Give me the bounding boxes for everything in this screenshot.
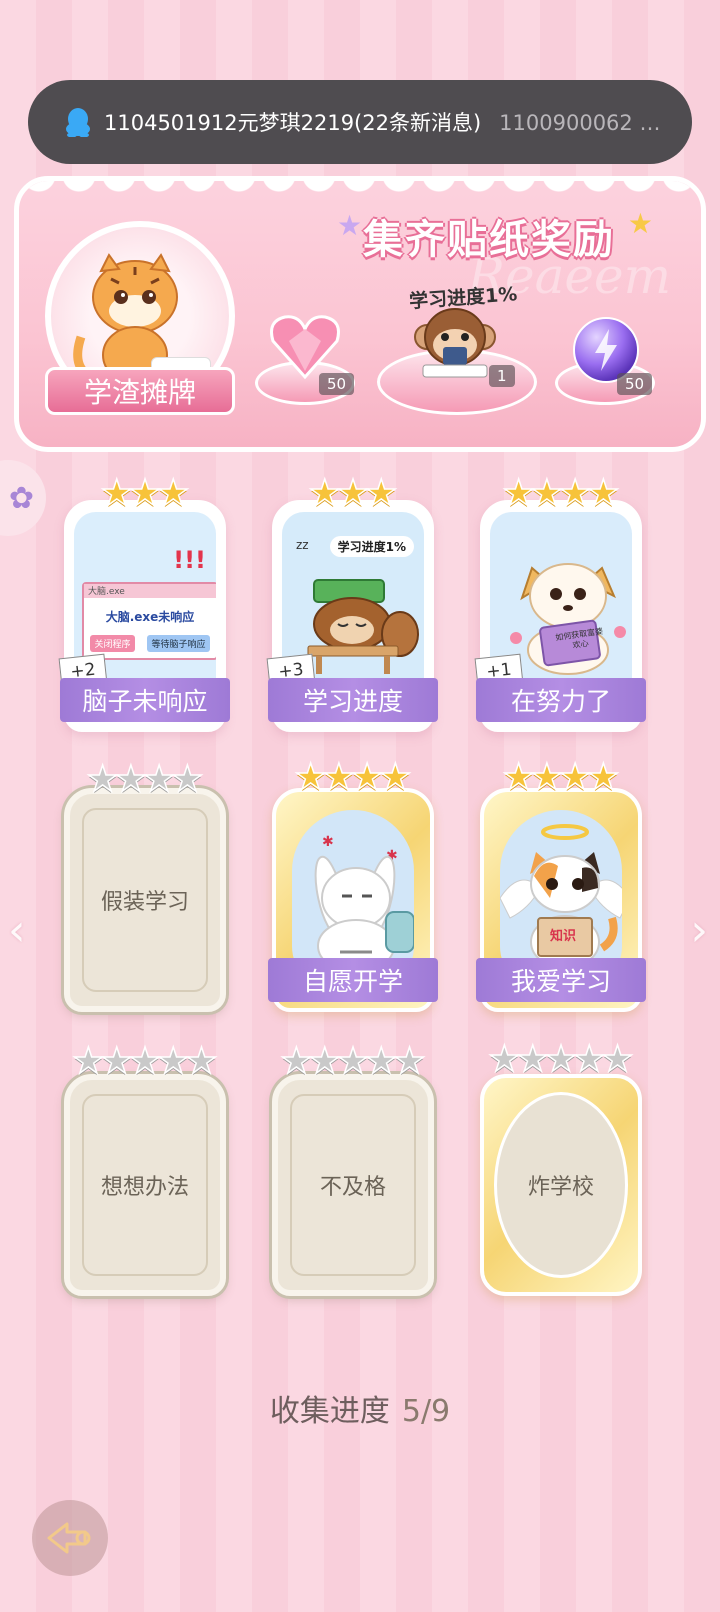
card-name: 自愿开学: [268, 958, 438, 1002]
card-name: 我爱学习: [476, 958, 646, 1002]
card-stars: ★ ★ ★ ★ ★: [484, 1039, 638, 1080]
sticker-card-locked[interactable]: ★ ★ ★ ★ ★ 炸学校: [480, 1041, 642, 1296]
back-arrow-icon: [47, 1522, 91, 1554]
yellow-star-icon: ★: [627, 207, 653, 240]
sticker-card-locked[interactable]: ★ ★ ★ ★ 假装学习: [64, 761, 226, 1012]
notification-banner[interactable]: 1104501912元梦琪2219(22条新消息) 1100900062 可..…: [28, 80, 692, 164]
speech-bubble: 学习进度1%: [329, 536, 414, 557]
card-stars: ★ ★ ★ ★: [484, 757, 638, 798]
sticker-card[interactable]: ★ ★ ★ !!! 大脑.exe 大脑.exe未响应 关闭程序 等待脑子响应 +…: [58, 475, 230, 732]
progress-label: 收集进度: [269, 1394, 390, 1429]
reward-count: 1: [489, 365, 515, 387]
progress-value: 5/9: [401, 1394, 451, 1429]
card-stars: ★ ★ ★: [276, 473, 430, 514]
angel-cat-icon: [500, 824, 622, 969]
star-icon: ★: [364, 473, 398, 514]
card-stars: ★ ★ ★ ★: [484, 473, 638, 514]
brain-window-title: 大脑.exe: [84, 584, 216, 598]
star-icon: ★: [393, 1041, 427, 1082]
reward-count: 50: [617, 373, 653, 395]
reward-banner: Reaeem ★ ★ 集齐贴纸奖励 59分 学渣摊牌 50 学习进度1%: [14, 176, 706, 452]
banner-scallop-edge: [19, 181, 701, 201]
purple-star-icon: ★: [337, 209, 363, 242]
collection-progress: 收集进度 5/9: [0, 1386, 720, 1430]
qq-penguin-icon: [64, 107, 92, 137]
sticker-card[interactable]: ★ ★ ★ ★ 知识 我爱学习: [476, 759, 646, 1012]
banner-title: 集齐贴纸奖励: [363, 217, 615, 263]
svg-text:✱: ✱: [322, 834, 334, 850]
card-stars: ★ ★ ★ ★: [70, 759, 220, 800]
bunny-icon: ✱ ✱: [314, 834, 414, 973]
exclaim-text: !!!: [173, 546, 206, 574]
card-stars: ★ ★ ★ ★ ★: [278, 1041, 428, 1082]
notification-main-text: 1104501912元梦琪2219(22条新消息): [104, 111, 482, 135]
card-stars: ★ ★ ★ ★ ★: [70, 1041, 220, 1082]
notification-sub-text: 1100900062 可...: [499, 111, 670, 135]
brain-window-message: 大脑.exe未响应: [105, 610, 195, 624]
zz-text: zz: [296, 538, 309, 552]
sticker-card[interactable]: ★ ★ ★ ★ ✱ ✱ 自愿开学: [268, 759, 438, 1012]
card-stars: ★ ★ ★ ★: [276, 757, 430, 798]
sticker-card[interactable]: ★ ★ ★ zz 学习进度1% +3 学习进度: [266, 475, 438, 732]
wait-brain-label: 等待脑子响应: [147, 635, 210, 652]
card-name: 炸学校: [527, 1175, 594, 1200]
next-page-chevron-icon[interactable]: ›: [690, 905, 708, 956]
card-name: 假装学习: [100, 890, 189, 915]
card-name: 想想办法: [100, 1175, 189, 1200]
prev-page-chevron-icon[interactable]: ‹: [8, 905, 26, 956]
card-name: 学习进度: [268, 678, 438, 722]
star-icon: ★: [587, 757, 621, 798]
star-icon: ★: [156, 473, 190, 514]
card-name: 在努力了: [476, 678, 646, 722]
star-icon: ★: [379, 757, 413, 798]
card-name: 脑子未响应: [60, 678, 230, 722]
card-name: 不及格: [319, 1175, 386, 1200]
star-icon: ★: [601, 1039, 635, 1080]
sticker-card-locked[interactable]: ★ ★ ★ ★ ★ 不及格: [272, 1043, 434, 1296]
reward-count: 50: [319, 373, 355, 395]
side-flower-icon[interactable]: ✿: [0, 460, 46, 536]
sticker-card[interactable]: ★ ★ ★ ★ 如何获取富婆欢心 +1 在努力了: [474, 475, 646, 732]
brain-window: 大脑.exe 大脑.exe未响应 关闭程序 等待脑子响应: [82, 582, 216, 660]
back-button[interactable]: [32, 1500, 108, 1576]
character-label-ribbon: 学渣摊牌: [45, 367, 235, 415]
knowledge-text: 知识: [549, 929, 576, 944]
star-icon: ★: [185, 1041, 219, 1082]
close-program-label: 关闭程序: [90, 635, 135, 652]
sticker-card-locked[interactable]: ★ ★ ★ ★ ★ 想想办法: [64, 1043, 226, 1296]
puppy-icon: [510, 563, 626, 675]
card-stars: ★ ★ ★: [68, 473, 222, 514]
star-icon: ★: [587, 473, 621, 514]
star-icon: ★: [171, 759, 205, 800]
